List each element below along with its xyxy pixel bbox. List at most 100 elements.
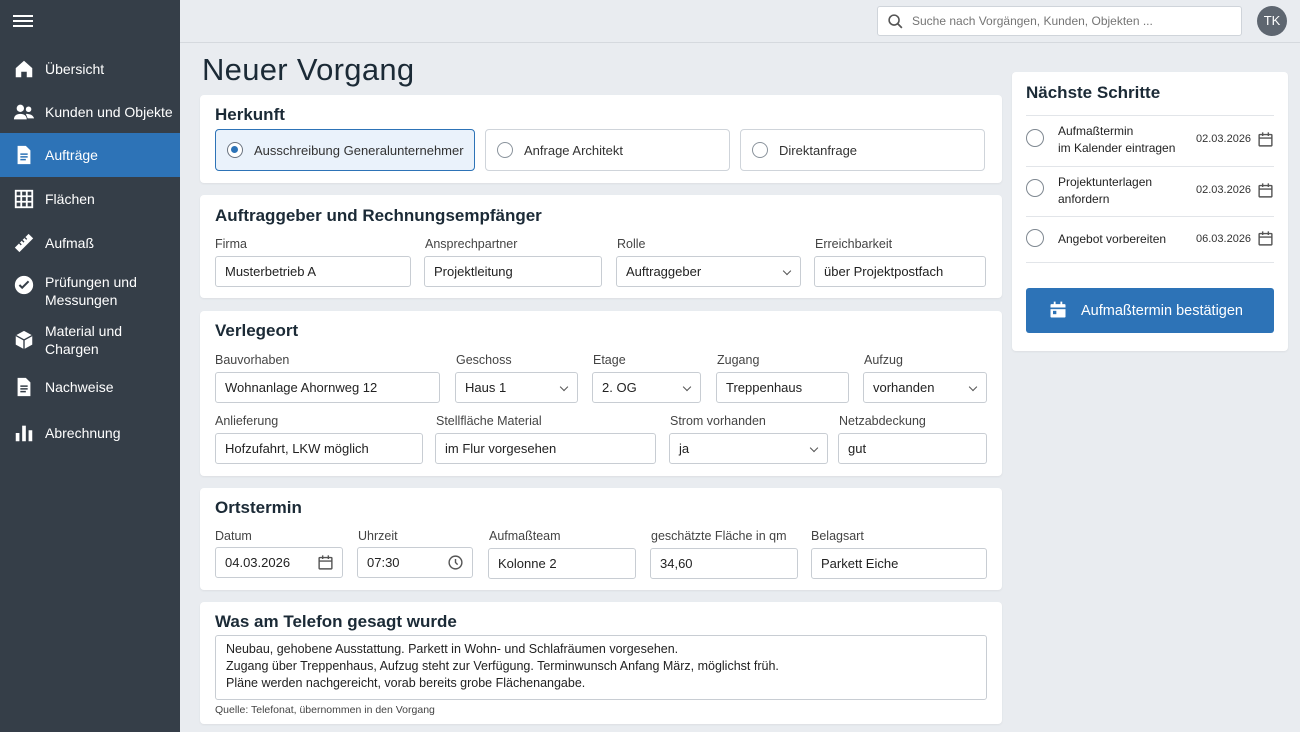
- calendar-icon[interactable]: [1257, 182, 1274, 199]
- firma-field[interactable]: Musterbetrieb A: [215, 256, 411, 287]
- sidebar: Übersicht Kunden und Objekte Aufträge Fl…: [0, 0, 180, 732]
- sidebar-item-label: Übersicht: [45, 61, 105, 77]
- field-label: geschätzte Fläche in qm: [651, 529, 787, 543]
- radio-dot: [752, 142, 768, 158]
- sidebar-item-material[interactable]: Material und Chargen: [0, 321, 180, 359]
- file-icon: [17, 377, 31, 397]
- sidebar-item-kunden[interactable]: Kunden und Objekte: [0, 93, 180, 131]
- netzabdeckung-field[interactable]: gut: [838, 433, 987, 464]
- field-label: Firma: [215, 237, 247, 251]
- section-title-verlegeort: Verlegeort: [215, 321, 299, 340]
- field-label: Bauvorhaben: [215, 353, 290, 367]
- document-icon: [17, 145, 31, 165]
- section-title-ortstermin: Ortstermin: [215, 498, 302, 517]
- etage-select[interactable]: 2. OG: [592, 372, 701, 403]
- sidebar-item-abrechnung[interactable]: Abrechnung: [0, 414, 180, 452]
- uhrzeit-field[interactable]: 07:30: [357, 547, 473, 578]
- radio-anfrage-architekt[interactable]: Anfrage Architekt: [485, 129, 730, 171]
- anlieferung-field[interactable]: Hofzufahrt, LKW möglich: [215, 433, 423, 464]
- calendar-icon[interactable]: [317, 554, 334, 571]
- erreichbarkeit-field[interactable]: über Projektpostfach: [814, 256, 986, 287]
- field-label: Stellfläche Material: [436, 414, 542, 428]
- zugang-field[interactable]: Treppenhaus: [716, 372, 849, 403]
- step-date: 02.03.2026: [1196, 133, 1252, 145]
- page-title: Neuer Vorgang: [202, 52, 415, 87]
- strom-select[interactable]: ja: [669, 433, 828, 464]
- field-label: Erreichbarkeit: [815, 237, 893, 251]
- search-bar[interactable]: [877, 6, 1242, 36]
- datum-field[interactable]: 04.03.2026: [215, 547, 343, 578]
- radio-label: Anfrage Architekt: [524, 143, 623, 158]
- calendar-icon[interactable]: [1257, 230, 1274, 247]
- field-label: Belagsart: [811, 529, 864, 543]
- sidebar-item-uebersicht[interactable]: Übersicht: [0, 50, 180, 88]
- field-label: Strom vorhanden: [670, 414, 766, 428]
- uhrzeit-value: 07:30: [367, 555, 400, 570]
- radio-dot: [497, 142, 513, 158]
- sidebar-item-label: Nachweise: [45, 379, 114, 395]
- aufmassteam-field[interactable]: Kolonne 2: [488, 548, 636, 579]
- step-date: 06.03.2026: [1196, 233, 1252, 245]
- confirm-button-label: Aufmaßtermin bestätigen: [1081, 303, 1243, 319]
- field-label: Anlieferung: [215, 414, 279, 428]
- sidebar-item-label: Aufträge: [45, 147, 98, 163]
- stellflaeche-field[interactable]: im Flur vorgesehen: [435, 433, 656, 464]
- section-title-auftraggeber: Auftraggeber und Rechnungsempfänger: [215, 206, 542, 225]
- section-title-herkunft: Herkunft: [215, 105, 285, 124]
- bauvorhaben-field[interactable]: Wohnanlage Ahornweg 12: [215, 372, 440, 403]
- rolle-select[interactable]: Auftraggeber: [616, 256, 801, 287]
- telefon-notes-textarea[interactable]: Neubau, gehobene Ausstattung. Parkett in…: [215, 635, 987, 700]
- flaeche-field[interactable]: 34,60: [650, 548, 798, 579]
- source-note: Quelle: Telefonat, übernommen in den Vor…: [215, 704, 435, 716]
- sidebar-item-label: Abrechnung: [45, 425, 121, 441]
- step-item: Aufmaßtermin im Kalender eintragen 02.03.…: [1026, 115, 1274, 166]
- calendar-icon: [1050, 301, 1066, 318]
- geschoss-select[interactable]: Haus 1: [455, 372, 578, 403]
- users-icon: [13, 104, 35, 120]
- avatar[interactable]: TK: [1257, 6, 1287, 36]
- sidebar-item-flaechen[interactable]: Flächen: [0, 180, 180, 218]
- field-label: Rolle: [617, 237, 646, 251]
- grid-icon: [14, 189, 34, 209]
- clock-icon[interactable]: [447, 554, 464, 571]
- radio-ausschreibung[interactable]: Ausschreibung Generalunternehmer: [215, 129, 475, 171]
- search-icon: [888, 14, 903, 29]
- section-title-telefon: Was am Telefon gesagt wurde: [215, 612, 457, 631]
- sidebar-item-label: Kunden und Objekte: [45, 104, 173, 120]
- search-input[interactable]: [912, 12, 1232, 30]
- next-steps-title: Nächste Schritte: [1026, 83, 1161, 102]
- aufzug-select[interactable]: vorhanden: [863, 372, 987, 403]
- notes-line: Zugang über Treppenhaus, Aufzug steht zu…: [226, 659, 779, 673]
- step-checkbox[interactable]: [1026, 229, 1044, 247]
- radio-direktanfrage[interactable]: Direktanfrage: [740, 129, 985, 171]
- confirm-appointment-button[interactable]: Aufmaßtermin bestätigen: [1026, 288, 1274, 333]
- field-label: Datum: [215, 529, 252, 543]
- step-label: Aufmaßtermin im Kalender eintragen: [1058, 124, 1176, 155]
- field-label: Etage: [593, 353, 626, 367]
- ruler-icon: [14, 233, 34, 253]
- calendar-icon[interactable]: [1257, 131, 1274, 148]
- step-checkbox[interactable]: [1026, 129, 1044, 147]
- sidebar-item-nachweise[interactable]: Nachweise: [0, 368, 180, 406]
- sidebar-item-label: Material und Chargen: [45, 323, 123, 357]
- radio-dot: [227, 142, 243, 158]
- field-label: Netzabdeckung: [839, 414, 926, 428]
- sidebar-item-label: Flächen: [45, 191, 95, 207]
- sidebar-item-auftraege[interactable]: Aufträge: [0, 133, 180, 177]
- hamburger-menu-icon[interactable]: [13, 12, 33, 30]
- bar-chart-icon: [15, 425, 33, 442]
- datum-value: 04.03.2026: [225, 555, 291, 570]
- radio-label: Direktanfrage: [779, 143, 858, 158]
- ansprechpartner-field[interactable]: Projektleitung: [424, 256, 602, 287]
- sidebar-item-aufmass[interactable]: Aufmaß: [0, 224, 180, 262]
- sidebar-item-pruefungen[interactable]: Prüfungen und Messungen: [0, 268, 180, 314]
- sidebar-item-label: Aufmaß: [45, 235, 95, 251]
- step-item: Angebot vorbereiten 06.03.2026: [1026, 216, 1274, 263]
- home-icon: [15, 60, 33, 78]
- notes-line: Pläne werden nachgereicht, vorab bereits…: [226, 676, 586, 690]
- step-date: 02.03.2026: [1196, 184, 1252, 196]
- step-checkbox[interactable]: [1026, 179, 1044, 197]
- box-icon: [15, 330, 33, 350]
- step-label: Projektunterlagen anfordern: [1058, 175, 1153, 206]
- belagsart-field[interactable]: Parkett Eiche: [811, 548, 987, 579]
